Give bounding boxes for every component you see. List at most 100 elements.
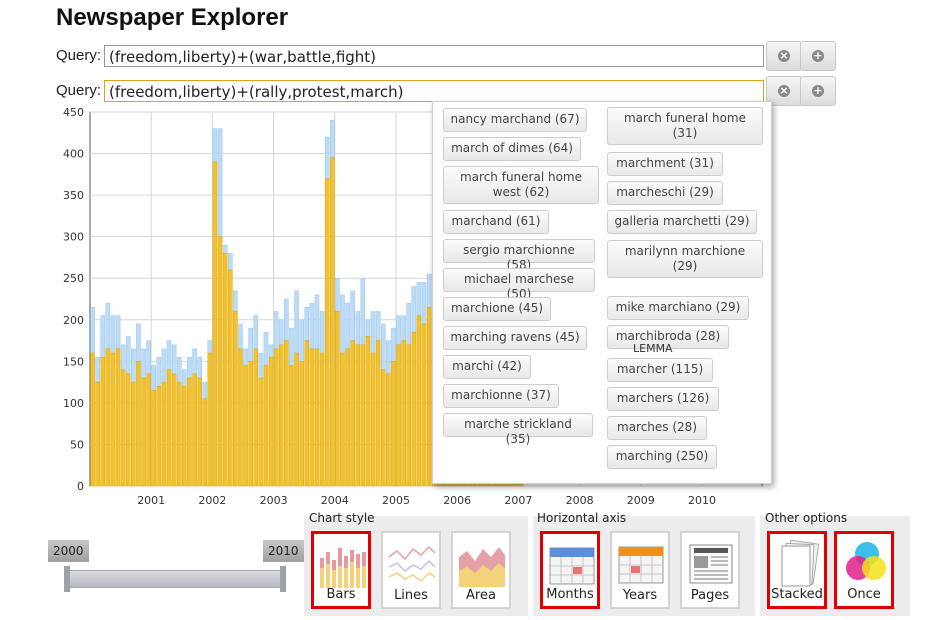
y-tick-label: 0 [77,480,84,493]
bar-series1 [192,373,197,487]
bar-series2 [258,352,264,379]
suggestion-chip[interactable]: marchand (61) [443,210,549,234]
y-tick-label: 350 [63,189,84,202]
bar-series2 [355,311,361,345]
stacked-pages-icon [781,539,820,587]
bar-series2 [380,323,386,370]
bar-series1 [294,352,299,487]
suggestion-chip[interactable]: marching (250) [607,445,717,469]
bar-series1 [125,373,131,487]
once-option[interactable]: Once [834,531,894,609]
axis-years-option[interactable]: Years [610,531,670,609]
x-tick-label: 2003 [260,494,288,507]
lines-style-icon [388,545,436,582]
x-tick-label: 2010 [688,494,716,507]
bar-series1 [243,365,248,487]
suggestion-chip[interactable]: marchers (126) [607,387,719,411]
bar-series1 [365,336,371,487]
suggestion-chip[interactable]: march funeral home west (62) [443,166,599,204]
bar-series1 [253,348,259,487]
bar-series2 [391,327,396,362]
suggestion-chip[interactable]: sergio marchionne (58) [443,239,595,272]
bar-series1 [105,348,111,487]
suggestion-chip[interactable]: marcher (115) [607,358,713,382]
chart-style-bars-option[interactable]: Bars [311,531,371,609]
suggestion-chip[interactable]: marcheschi (29) [607,181,723,205]
bar-series1 [95,381,100,487]
bar-series1 [233,311,238,487]
suggestion-chip[interactable]: marilynn marchione (29) [607,240,763,278]
bar-series1 [278,344,284,487]
add-query-button-1[interactable]: + [800,41,836,71]
slider-start-handle[interactable] [64,566,70,592]
bar-series2 [243,348,248,366]
bar-series1 [396,344,401,487]
stacked-label: Stacked [771,587,823,602]
suggestion-chip[interactable]: mike marchiano (29) [607,296,749,320]
bar-series1 [156,386,162,487]
suggestion-chip[interactable]: nancy marchand (67) [443,108,587,132]
suggestion-chip[interactable]: galleria marchetti (29) [607,210,757,234]
area-style-icon [459,547,505,587]
bar-series2 [289,327,294,366]
bar-series2 [212,128,218,163]
bar-series1 [386,373,391,487]
bar-series2 [401,315,406,341]
bar-series2 [314,294,320,350]
suggestion-chip[interactable]: marchment (31) [607,152,723,176]
suggestion-chip[interactable]: marchione (45) [443,297,551,321]
add-query-button-2[interactable]: + [800,76,836,106]
suggestion-chip[interactable]: marche strickland (35) [443,413,593,446]
bar-series1 [319,352,325,487]
x-tick-label: 2009 [627,494,655,507]
suggestion-chip[interactable]: marchionne (37) [443,384,559,408]
chart-style-area-option[interactable]: Area [451,531,511,609]
y-tick-label: 100 [63,397,84,410]
time-range-slider[interactable] [66,570,284,588]
close-icon: × [778,84,790,97]
bar-series1 [314,348,320,487]
suggestion-chip[interactable]: marching ravens (45) [443,326,587,350]
x-tick-label: 2005 [382,494,410,507]
bar-series2 [426,273,432,308]
bar-series2 [105,302,111,350]
bar-series2 [110,315,116,354]
axis-months-option[interactable]: Months [540,531,600,609]
slider-end-handle[interactable] [280,566,286,592]
suggestion-chip[interactable]: march of dimes (64) [443,137,581,161]
bar-series2 [131,348,136,383]
bars-style-icon [320,548,366,588]
bar-series2 [197,356,202,379]
color-circles-icon [846,542,886,580]
plus-icon: + [812,84,824,97]
bar-series1 [263,365,269,487]
query-input-2[interactable]: (freedom,liberty)+(rally,protest,march) [104,80,764,102]
bar-series2 [329,120,335,158]
suggestion-chip[interactable]: michael marchese (50) [443,268,595,301]
suggestion-chip[interactable]: marchi (42) [443,355,531,379]
bar-series2 [161,348,167,383]
bar-series2 [217,128,223,237]
bar-series2 [166,340,172,370]
axis-pages-option[interactable]: Pages [680,531,740,609]
chart-style-lines-option[interactable]: Lines [381,531,441,609]
bar-series2 [248,327,253,362]
y-tick-label: 400 [63,148,84,161]
bar-series2 [345,302,350,350]
suggestion-chip[interactable]: march funeral home (31) [607,107,763,145]
remove-query-button-1[interactable]: × [766,41,802,71]
bar-series2 [406,302,412,345]
chart-style-lines-label: Lines [394,588,428,603]
bar-series1 [110,352,116,487]
query-label-1: Query: [56,47,102,64]
bar-series2 [192,348,197,375]
query-input-1[interactable]: (freedom,liberty)+(war,battle,fight) [104,45,764,67]
bar-series1 [222,253,228,487]
bar-series2 [421,282,427,325]
stacked-option[interactable]: Stacked [767,531,827,609]
bar-series2 [136,323,141,362]
bar-series2 [156,356,162,387]
bar-series2 [115,315,121,350]
suggestion-chip[interactable]: marches (28) [607,416,707,440]
axis-pages-label: Pages [690,588,730,603]
